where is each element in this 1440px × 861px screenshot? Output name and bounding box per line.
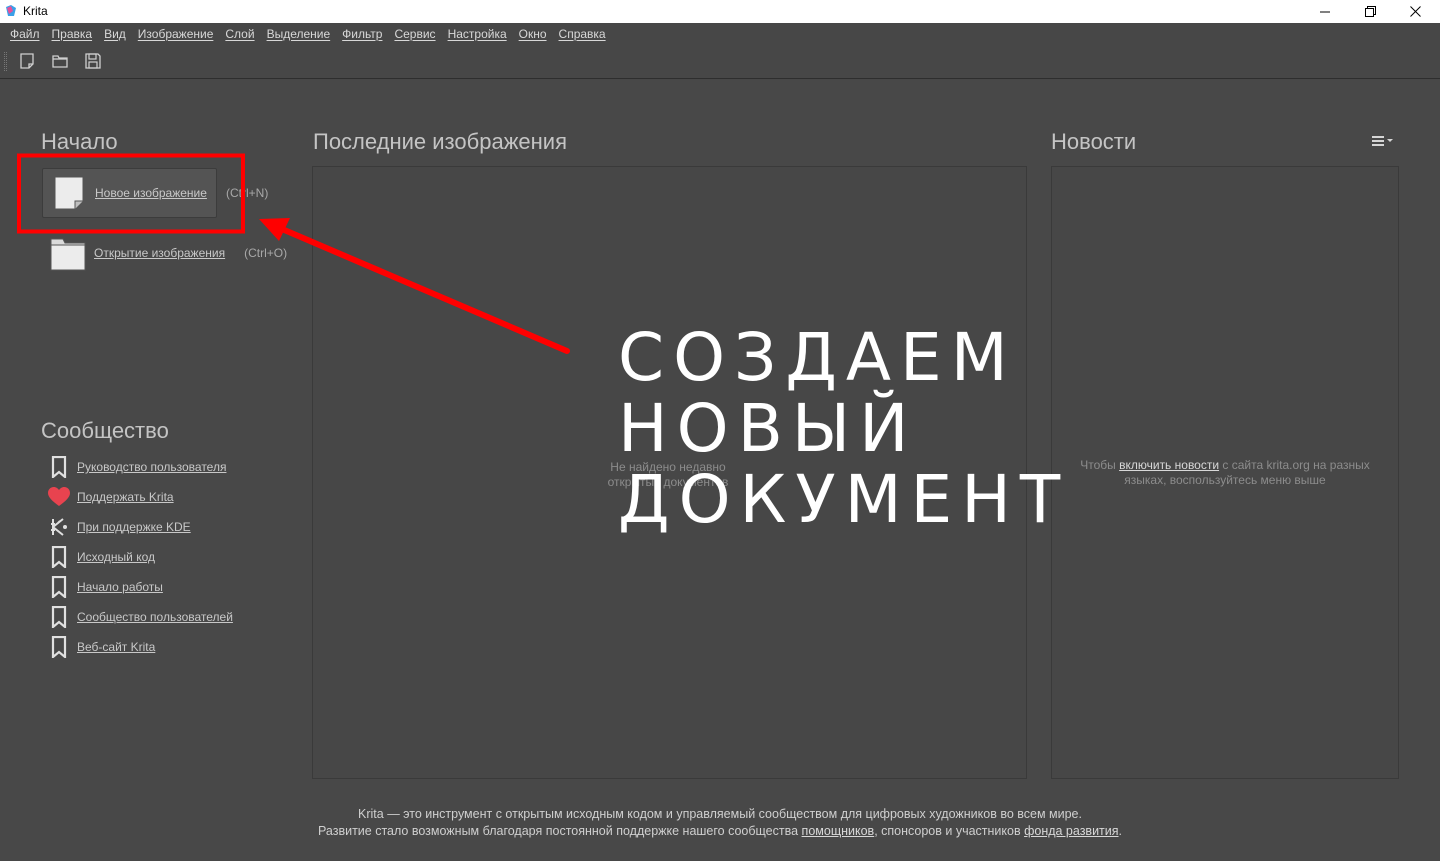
highlight-rectangle	[17, 153, 245, 234]
annotation-line-2: НОВЫЙ	[618, 390, 918, 467]
annotation-text: СОЗДАЕМ НОВЫЙ ДОКУМЕНТ	[618, 322, 1069, 535]
krita-window: Krita Файл Правка Вид Изображение Слой В…	[0, 0, 1440, 861]
annotation-line-1: СОЗДАЕМ	[618, 319, 1017, 396]
arrow-line	[279, 226, 570, 354]
annotation-line-3: ДОКУМЕНТ	[618, 461, 1070, 538]
